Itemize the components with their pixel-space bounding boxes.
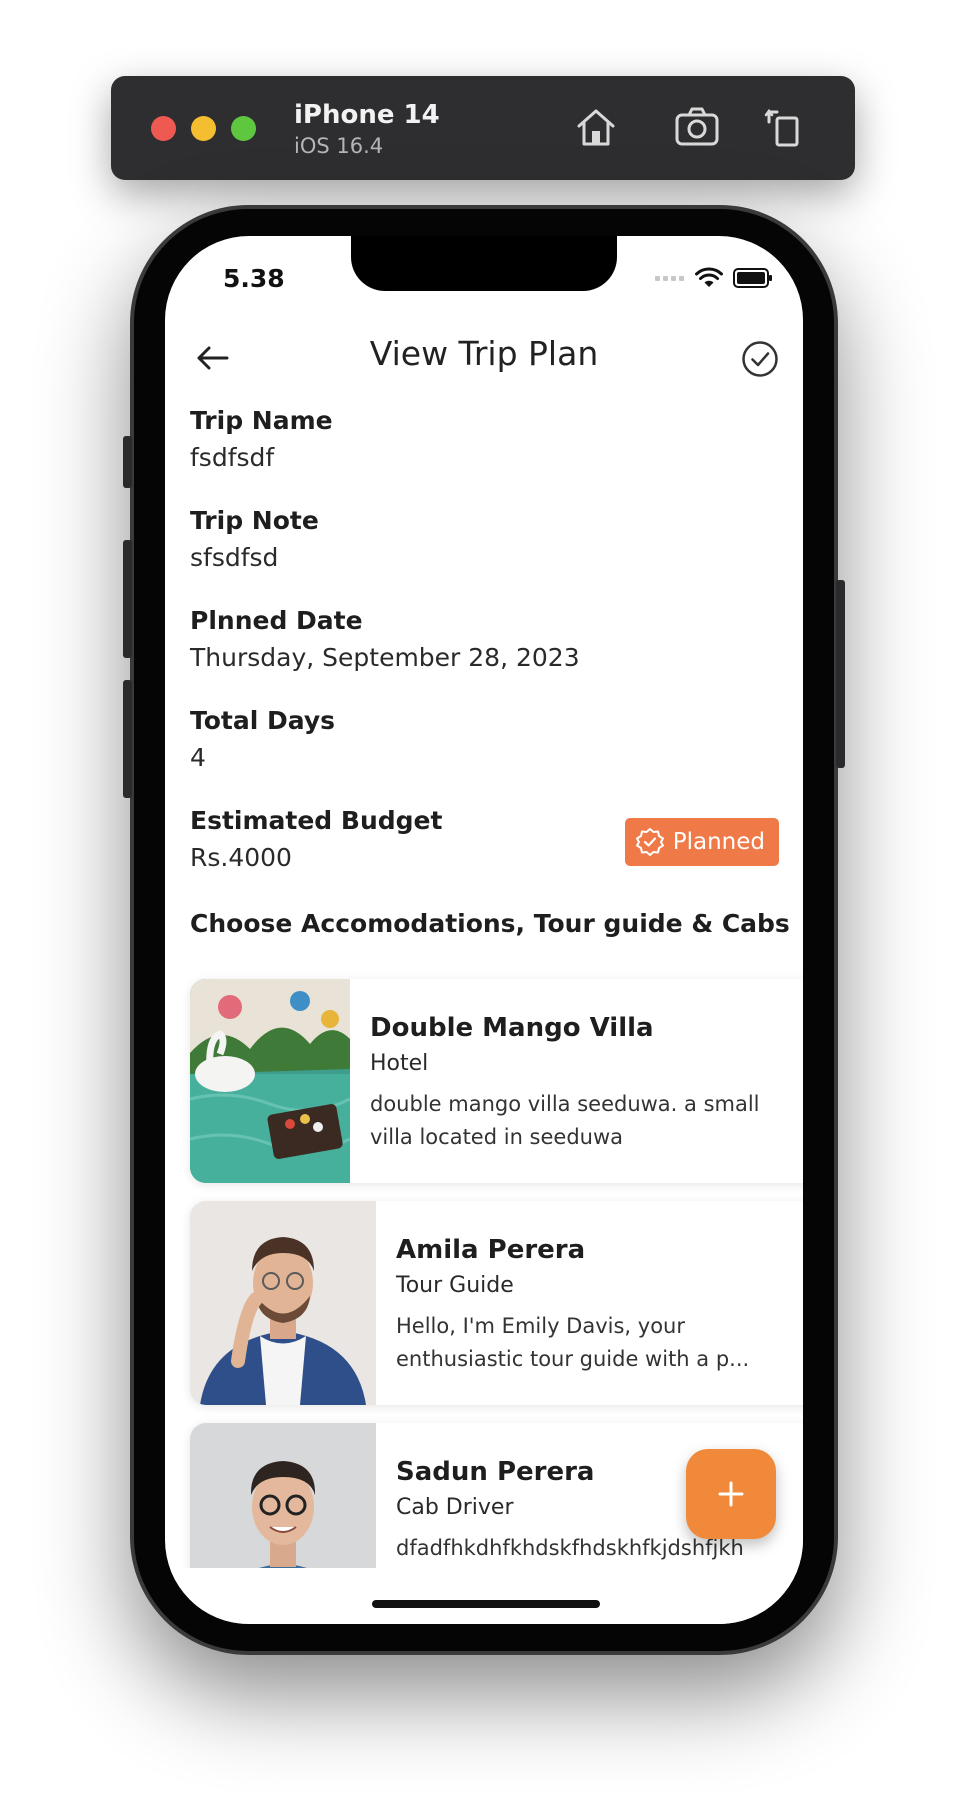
home-indicator[interactable] [372,1600,600,1608]
volume-down-button[interactable] [123,680,132,798]
field-label: Trip Note [190,506,319,535]
page-title: View Trip Plan [369,334,599,373]
field-label: Trip Name [190,406,333,435]
total-days-field: Total Days 4 [190,706,335,772]
trip-name-field: Trip Name fsdfsdf [190,406,333,472]
mute-switch[interactable] [123,436,132,488]
power-button[interactable] [836,580,845,768]
estimated-budget-field: Estimated Budget Rs.4000 [190,806,442,872]
check-circle-icon [742,341,778,377]
home-icon [577,109,615,146]
close-window-button[interactable] [151,116,176,141]
tour-guide-photo [190,1201,376,1405]
rotate-button[interactable] [761,104,811,150]
verified-badge-icon [635,828,664,856]
battery-icon [733,268,772,288]
field-value: fsdfsdf [190,443,275,472]
wifi-icon [695,267,723,287]
field-label: Plnned Date [190,606,363,635]
volume-up-button[interactable] [123,540,132,658]
trip-note-field: Trip Note sfsdfsd [190,506,319,572]
home-button[interactable] [571,104,621,150]
minimize-window-button[interactable] [191,116,216,141]
notch [351,236,617,291]
card-description: Hello, I'm Emily Davis, your enthusiasti… [396,1310,796,1376]
zoom-window-button[interactable] [231,116,256,141]
phone-screen: 5.38 View Trip Plan Trip Name fsdfsdf Tr… [165,236,803,1624]
screenshot-button[interactable] [672,104,722,150]
field-label: Total Days [190,706,336,735]
complete-button[interactable] [741,340,779,378]
card-body: Double Mango Villa Hotel double mango vi… [370,979,760,1154]
card-body: Amila Perera Tour Guide Hello, I'm Emily… [396,1201,796,1376]
status-time: 5.38 [223,264,285,293]
card-type: Hotel [370,1051,429,1076]
planned-date-field: Plnned Date Thursday, September 28, 2023 [190,606,580,672]
tour-guide-card[interactable]: Amila Perera Tour Guide Hello, I'm Emily… [190,1201,803,1405]
screen-bottom-area [165,1568,803,1624]
plus-icon [718,1481,744,1507]
card-name: Double Mango Villa [370,1013,654,1043]
card-description-line: enthusiastic tour guide with a p... [396,1347,750,1371]
card-name: Amila Perera [396,1235,586,1265]
os-version: iOS 16.4 [294,134,384,158]
signal-icon [655,276,684,281]
badge-label: Planned [672,829,765,855]
card-description-line: Hello, I'm Emily Davis, your [396,1314,685,1338]
field-label: Estimated Budget [190,806,443,835]
section-title: Choose Accomodations, Tour guide & Cabs [190,909,790,938]
device-name: iPhone 14 [294,100,440,130]
add-fab-button[interactable] [686,1449,776,1539]
villa-pool-image [190,979,350,1183]
screenshot-icon [675,107,719,146]
card-type: Tour Guide [396,1273,514,1298]
field-value: Rs.4000 [190,843,292,872]
card-description: double mango villa seeduwa. a small vill… [370,1092,760,1149]
status-icons [655,266,773,290]
simulator-toolbar: iPhone 14 iOS 16.4 [111,76,855,180]
field-value: 4 [190,743,206,772]
status-badge: Planned [624,818,779,866]
field-value: Thursday, September 28, 2023 [190,643,580,672]
rotate-icon [764,108,799,147]
field-value: sfsdfsd [190,543,279,572]
accommodation-card[interactable]: Double Mango Villa Hotel double mango vi… [190,979,803,1183]
